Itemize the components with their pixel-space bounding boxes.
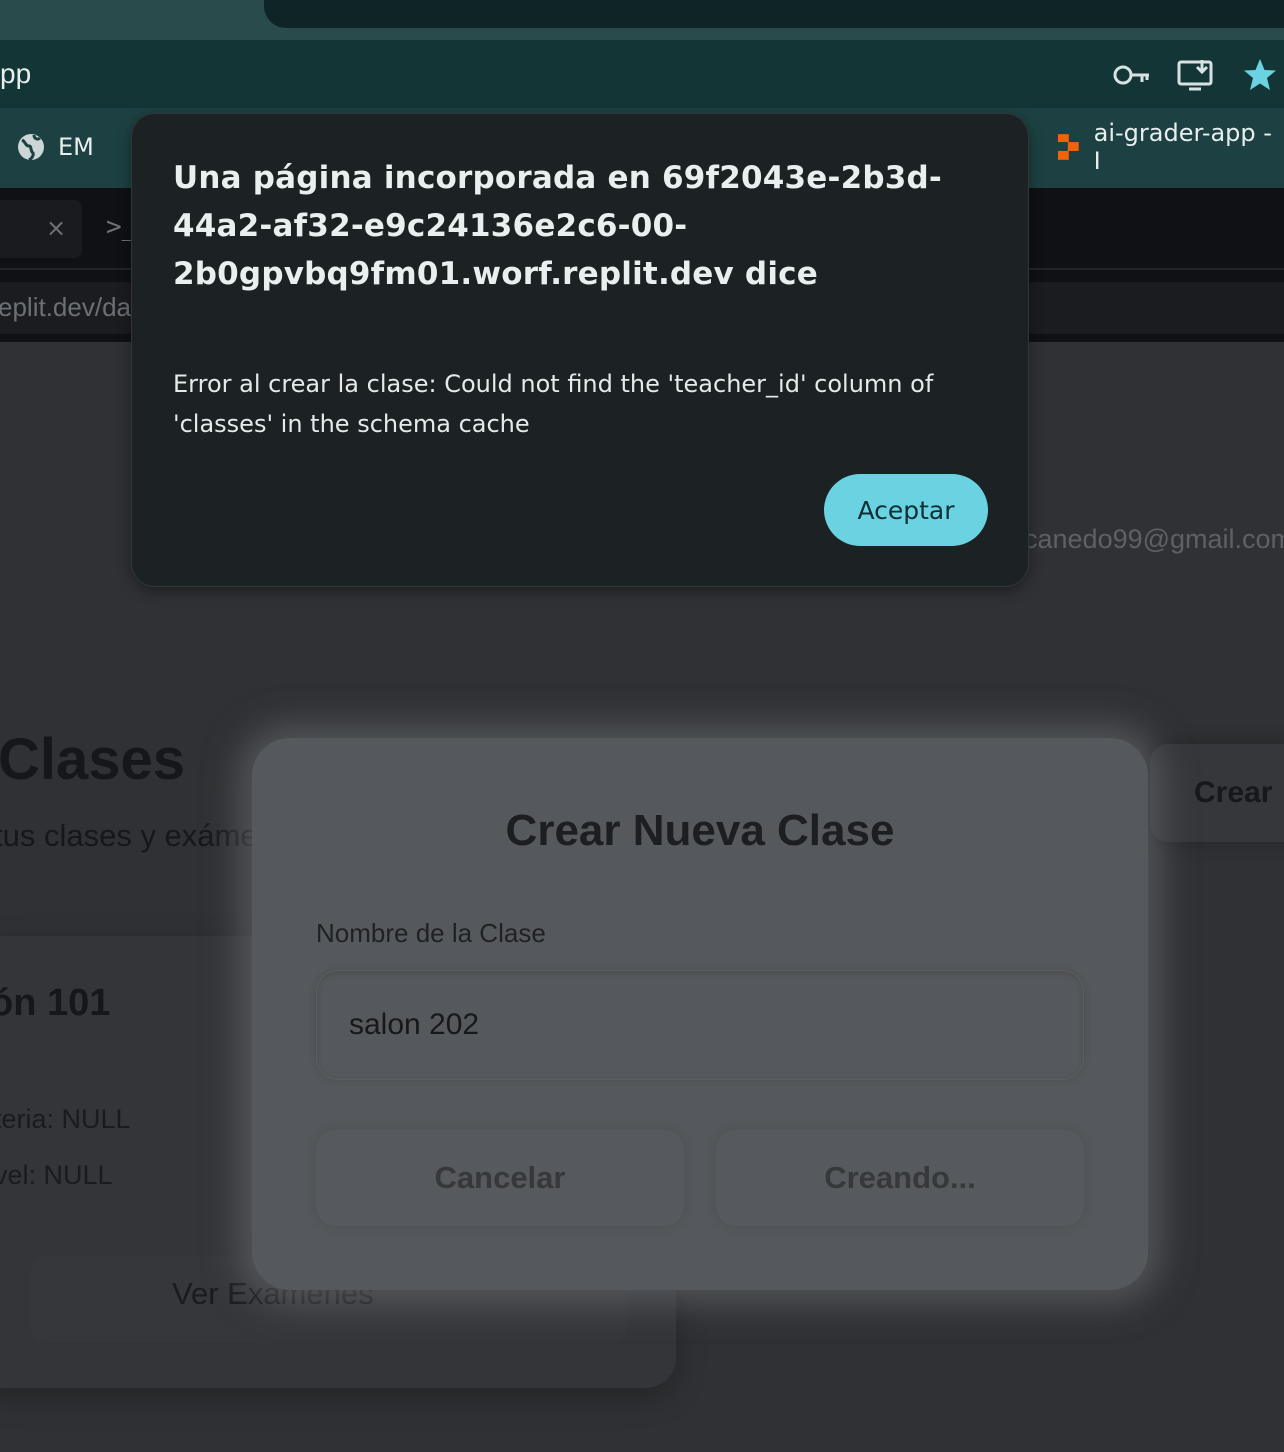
class-level: vel: NULL [0,1160,113,1190]
create-class-button[interactable]: Crear [1150,744,1284,842]
close-icon[interactable]: × [46,214,66,242]
class-name-input[interactable]: salon 202 [316,970,1084,1080]
bookmark-star-icon[interactable] [1240,58,1280,92]
replit-icon [1057,134,1079,160]
browser-toolbar [0,40,1284,108]
modal-title: Crear Nueva Clase [505,806,895,855]
js-alert-dialog: Una página incorporada en 69f2043e-2b3d-… [131,113,1029,587]
submit-button[interactable]: Creando... [716,1130,1084,1226]
password-key-icon[interactable] [1112,58,1152,92]
browser-tab-strip [0,0,1284,40]
bookmark-em[interactable]: EM [16,130,94,164]
address-bar-text[interactable]: pp [0,58,31,90]
globe-icon [18,134,44,162]
user-email: canedo99@gmail.com [1024,524,1284,554]
accept-button[interactable]: Aceptar [824,474,988,546]
class-subject: teria: NULL [0,1104,131,1134]
bookmark-ai-grader-app[interactable]: ai-grader-app - I [1056,119,1284,175]
alert-message: Error al crear la clase: Could not find … [173,370,934,438]
install-app-icon[interactable] [1176,58,1216,92]
webview-tab[interactable]: × [0,200,82,258]
class-name-label: Nombre de la Clase [316,918,546,948]
page-title: Clases [0,727,186,792]
bookmark-label: ai-grader-app - I [1093,119,1272,175]
alert-title: Una página incorporada en 69f2043e-2b3d-… [173,160,942,292]
create-class-modal: Crear Nueva Clase Nombre de la Clase sal… [252,738,1148,1290]
cancel-button[interactable]: Cancelar [316,1130,684,1226]
browser-active-tab[interactable] [264,0,1284,28]
bookmark-label: EM [58,133,94,161]
create-class-label: Crear [1194,776,1273,809]
webview-url-text: eplit.dev/das [0,292,144,322]
class-card-title: ón 101 [0,982,111,1024]
